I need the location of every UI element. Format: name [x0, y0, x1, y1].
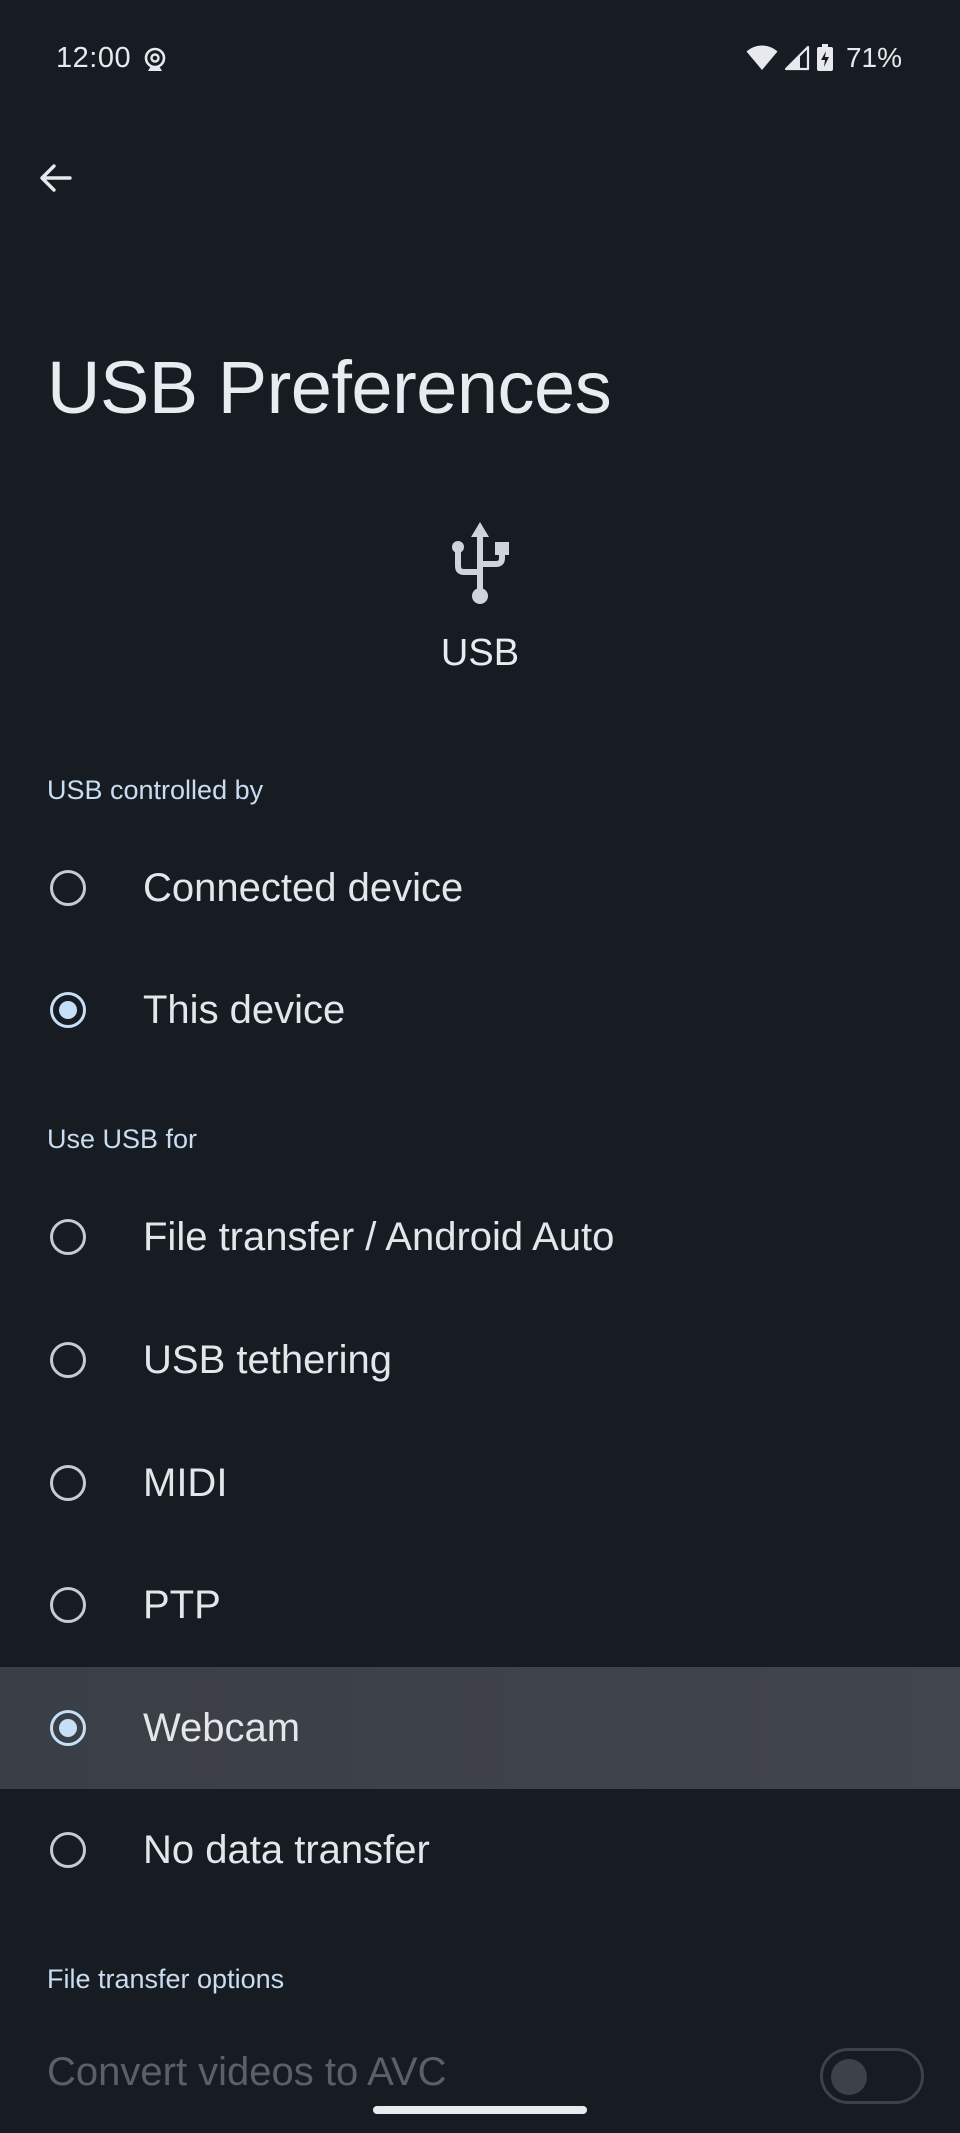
radio-option-usb-tethering[interactable]: USB tethering [0, 1299, 960, 1421]
radio-button-selected[interactable] [50, 1710, 86, 1746]
radio-option-file-transfer[interactable]: File transfer / Android Auto [0, 1176, 960, 1298]
radio-option-ptp[interactable]: PTP [0, 1544, 960, 1666]
radio-button[interactable] [50, 1465, 86, 1501]
convert-videos-toggle[interactable] [820, 2048, 924, 2104]
usb-label: USB [440, 632, 520, 674]
radio-option-no-data-transfer[interactable]: No data transfer [0, 1789, 960, 1911]
radio-label: MIDI [143, 1460, 228, 1505]
radio-button[interactable] [50, 1342, 86, 1378]
radio-option-connected-device[interactable]: Connected device [0, 827, 960, 949]
wifi-icon [746, 45, 778, 71]
status-bar: 12:00 71% [0, 0, 960, 120]
gesture-nav-handle[interactable] [373, 2106, 587, 2114]
radio-label: Connected device [143, 865, 464, 910]
radio-button-selected[interactable] [50, 992, 86, 1028]
section-header-usb-controlled-by: USB controlled by [47, 775, 264, 805]
radio-button[interactable] [50, 1587, 86, 1623]
radio-label: No data transfer [143, 1827, 430, 1872]
usb-preferences-screen: 12:00 71% USB Preferences USB USB contro… [0, 0, 960, 2133]
battery-percent: 71% [845, 42, 902, 73]
section-header-use-usb-for: Use USB for [47, 1124, 198, 1154]
signal-icon [784, 45, 810, 71]
usb-header: USB [0, 520, 960, 675]
radio-option-midi[interactable]: MIDI [0, 1422, 960, 1544]
radio-button[interactable] [50, 1219, 86, 1255]
webcam-icon [141, 46, 169, 74]
status-time: 12:00 [56, 42, 132, 74]
radio-option-webcam[interactable]: Webcam [0, 1667, 960, 1789]
radio-label: PTP [143, 1582, 221, 1627]
convert-videos-label: Convert videos to AVC [47, 2050, 447, 2094]
section-header-file-transfer-options: File transfer options [47, 1964, 285, 1994]
status-indicators: 71% [746, 42, 902, 74]
battery-charging-icon [816, 44, 834, 72]
radio-button[interactable] [50, 870, 86, 906]
toggle-knob [831, 2059, 867, 2095]
radio-label: Webcam [143, 1705, 301, 1750]
usb-icon [452, 522, 509, 604]
convert-videos-row: Convert videos to AVC [0, 2030, 960, 2130]
page-title: USB Preferences [47, 346, 612, 429]
radio-button[interactable] [50, 1832, 86, 1868]
back-button[interactable] [26, 148, 86, 208]
arrow-left-icon [40, 164, 72, 192]
radio-option-this-device[interactable]: This device [0, 949, 960, 1071]
radio-label: USB tethering [143, 1337, 393, 1382]
radio-label: File transfer / Android Auto [143, 1214, 615, 1259]
radio-label: This device [143, 987, 346, 1032]
